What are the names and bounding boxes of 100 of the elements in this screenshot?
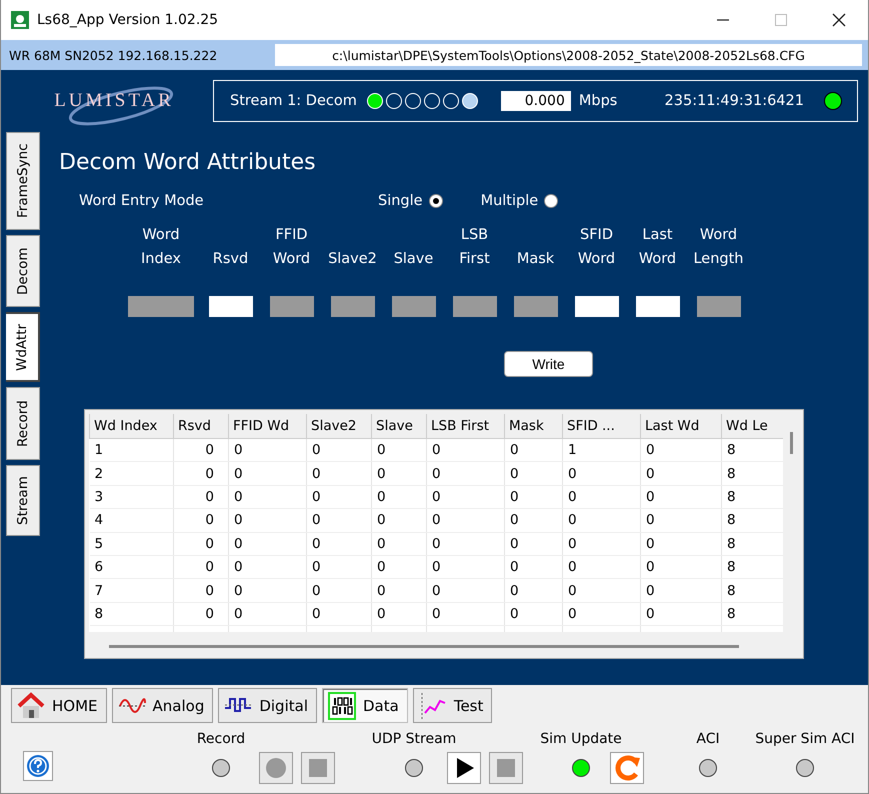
scrollbar-thumb[interactable] bbox=[109, 645, 739, 648]
table-cell: 8 bbox=[722, 602, 783, 626]
play-button[interactable] bbox=[447, 752, 481, 784]
input-field[interactable] bbox=[392, 296, 436, 317]
side-tab[interactable]: Stream bbox=[6, 465, 40, 536]
table-cell: 0 bbox=[640, 555, 722, 579]
control-label: ACI bbox=[696, 731, 720, 747]
table-cell: 0 bbox=[372, 438, 426, 462]
table-cell: 0 bbox=[228, 462, 306, 486]
table-cell: 0 bbox=[306, 485, 372, 509]
column-header[interactable]: Wd Index bbox=[90, 414, 174, 438]
control-label: UDP Stream bbox=[372, 731, 456, 747]
input-field[interactable] bbox=[128, 296, 194, 317]
table-cell: 0 bbox=[640, 578, 722, 602]
app-icon bbox=[11, 11, 29, 29]
column-header[interactable]: FFID Wd bbox=[228, 414, 306, 438]
table-cell: 8 bbox=[722, 532, 783, 556]
table-cell: 0 bbox=[372, 555, 426, 579]
table-cell: 1 bbox=[90, 438, 174, 462]
input-field[interactable] bbox=[270, 296, 314, 317]
input-field[interactable] bbox=[208, 296, 252, 317]
column-header[interactable]: Last Wd bbox=[640, 414, 722, 438]
control-label: Super Sim ACI bbox=[755, 731, 855, 747]
side-tab[interactable]: FrameSync bbox=[6, 132, 40, 230]
table-cell: 0 bbox=[174, 508, 228, 532]
column-header[interactable]: Slave2 bbox=[306, 414, 372, 438]
time-display: 235:11:49:31:6421 bbox=[664, 93, 804, 109]
table-cell: 4 bbox=[90, 508, 174, 532]
binary-icon bbox=[327, 690, 357, 720]
table-cell: 0 bbox=[426, 602, 504, 626]
input-field[interactable] bbox=[452, 296, 496, 317]
maximize-icon[interactable] bbox=[774, 13, 788, 27]
refresh-button[interactable] bbox=[610, 752, 644, 784]
nav-tab[interactable]: HOME bbox=[11, 688, 107, 723]
table-cell: 0 bbox=[306, 532, 372, 556]
write-button[interactable]: Write bbox=[504, 351, 593, 377]
field-label: Last Word bbox=[638, 226, 676, 269]
table-cell: 0 bbox=[562, 578, 640, 602]
table-cell: 0 bbox=[372, 602, 426, 626]
table-cell: 0 bbox=[306, 508, 372, 532]
table-cell: 0 bbox=[372, 532, 426, 556]
input-field[interactable] bbox=[330, 296, 374, 317]
section-title: Decom Word Attributes bbox=[59, 150, 317, 175]
close-icon[interactable] bbox=[832, 13, 846, 27]
radio-label: Single bbox=[378, 193, 423, 209]
field-label: Word Length bbox=[693, 226, 744, 269]
table-cell: 0 bbox=[228, 532, 306, 556]
table-cell: 8 bbox=[722, 462, 783, 486]
column-header[interactable]: LSB First bbox=[426, 414, 504, 438]
field-label: Mask bbox=[516, 250, 554, 269]
nav-tab[interactable]: Digital bbox=[218, 688, 317, 723]
nav-tab[interactable]: Test bbox=[412, 688, 492, 723]
rate-unit: Mbps bbox=[578, 93, 618, 109]
table-cell: 0 bbox=[228, 555, 306, 579]
side-tab[interactable]: Record bbox=[6, 387, 40, 460]
table-cell: 8 bbox=[722, 555, 783, 579]
house-icon bbox=[16, 690, 46, 720]
input-field[interactable] bbox=[574, 296, 618, 317]
table-cell: 0 bbox=[426, 462, 504, 486]
table-cell: 0 bbox=[504, 462, 562, 486]
table-cell: 8 bbox=[722, 578, 783, 602]
input-field[interactable] bbox=[514, 296, 558, 317]
table-cell: 0 bbox=[228, 438, 306, 462]
column-header[interactable]: Slave bbox=[372, 414, 426, 438]
nav-tab[interactable]: Data bbox=[322, 688, 408, 723]
table-cell: 8 bbox=[722, 485, 783, 509]
field-label: Rsvd bbox=[212, 250, 248, 269]
table-cell: 0 bbox=[504, 508, 562, 532]
nav-tab[interactable]: Analog bbox=[112, 688, 214, 723]
scrollbar-thumb[interactable] bbox=[790, 432, 793, 454]
table-cell: 0 bbox=[372, 462, 426, 486]
input-field[interactable] bbox=[696, 296, 740, 317]
column-header[interactable]: Wd Le bbox=[722, 414, 783, 438]
table-cell: 0 bbox=[562, 508, 640, 532]
table-cell: 0 bbox=[228, 578, 306, 602]
table-cell: 0 bbox=[640, 532, 722, 556]
window-title: Ls68_App Version 1.02.25 bbox=[37, 12, 220, 28]
help-button[interactable] bbox=[23, 751, 53, 781]
table-cell: 0 bbox=[640, 485, 722, 509]
field-label: LSB First bbox=[459, 226, 490, 269]
table-cell: 0 bbox=[640, 438, 722, 462]
table-cell: 0 bbox=[640, 602, 722, 626]
table-cell: 5 bbox=[90, 532, 174, 556]
table-cell: 0 bbox=[228, 508, 306, 532]
field-label: SFID Word bbox=[578, 226, 616, 269]
config-path-field[interactable]: c:\lumistar\DPE\SystemTools\Options\2008-2052_State\2008-2052Ls68.CFG bbox=[275, 44, 862, 66]
column-header[interactable]: Rsvd bbox=[174, 414, 228, 438]
table-cell: 0 bbox=[504, 555, 562, 579]
column-header[interactable]: Mask bbox=[504, 414, 562, 438]
table-cell: 0 bbox=[504, 532, 562, 556]
radio-button[interactable] bbox=[544, 194, 558, 208]
column-header[interactable]: SFID ... bbox=[562, 414, 640, 438]
input-field[interactable] bbox=[636, 296, 680, 317]
table-cell: 0 bbox=[306, 438, 372, 462]
radio-button[interactable] bbox=[428, 194, 443, 208]
table-cell: 1 bbox=[562, 438, 640, 462]
side-tab[interactable]: Decom bbox=[6, 235, 40, 307]
side-tab[interactable]: WdAttr bbox=[6, 312, 40, 382]
table-cell: 0 bbox=[228, 602, 306, 626]
table-cell: 0 bbox=[174, 462, 228, 486]
